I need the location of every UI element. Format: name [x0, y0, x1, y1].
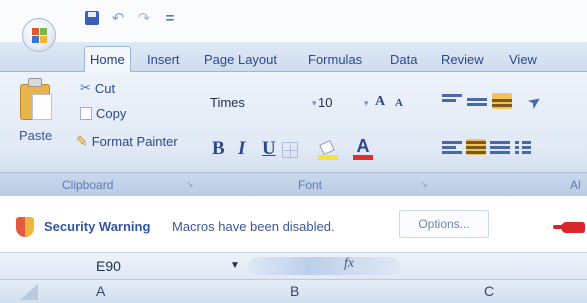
font-color-button[interactable]: A	[352, 136, 374, 160]
font-name-box[interactable]: Times	[206, 92, 302, 114]
align-center-icon[interactable]	[466, 139, 486, 155]
name-box-dropdown-icon[interactable]: ▼	[230, 260, 240, 271]
insert-function-icon[interactable]: fx	[344, 256, 354, 272]
tab-view[interactable]: View	[509, 50, 537, 70]
borders-icon[interactable]	[282, 142, 298, 158]
fill-color-icon[interactable]	[318, 139, 338, 160]
ribbon-tabs: Home Insert Page Layout Formulas Data Re…	[0, 42, 587, 73]
format-painter-button[interactable]: ✎ Format Painter	[76, 133, 178, 150]
font-name-dropdown-icon[interactable]: ▾	[312, 98, 317, 109]
copy-button[interactable]: Copy	[80, 106, 126, 121]
pointing-hand-icon	[553, 220, 585, 234]
options-button[interactable]: Options...	[399, 210, 489, 238]
office-button[interactable]	[22, 18, 56, 52]
copy-icon	[80, 107, 92, 120]
cut-label: Cut	[94, 80, 116, 96]
italic-button[interactable]: I	[238, 138, 245, 160]
column-headers: A B C	[0, 279, 587, 303]
tab-review[interactable]: Review	[441, 50, 484, 70]
security-warning-message: Macros have been disabled.	[172, 219, 335, 234]
brush-icon: ✎	[76, 133, 88, 149]
save-icon[interactable]	[82, 8, 102, 28]
name-box[interactable]: E90	[36, 255, 246, 277]
column-header-b[interactable]: B	[290, 283, 299, 299]
undo-icon[interactable]: ↶	[108, 8, 128, 28]
shield-icon	[16, 217, 34, 237]
clipboard-launcher-icon[interactable]: ↘	[186, 179, 194, 190]
shrink-font-button[interactable]: A	[395, 97, 403, 109]
scissors-icon: ✂	[80, 80, 91, 95]
title-bar: ↶ ↷ =	[0, 0, 587, 42]
tab-page-layout[interactable]: Page Layout	[204, 50, 277, 70]
column-header-a[interactable]: A	[96, 283, 105, 299]
column-header-c[interactable]: C	[484, 283, 494, 299]
formula-bar: E90 ▼	[0, 252, 587, 279]
select-all-corner[interactable]	[0, 280, 70, 303]
redo-icon[interactable]: ↷	[134, 8, 154, 28]
align-bottom-icon[interactable]	[492, 93, 512, 109]
tab-formulas[interactable]: Formulas	[308, 50, 362, 70]
font-group-label: Font	[298, 178, 323, 192]
cut-button[interactable]: ✂ Cut	[80, 80, 115, 96]
align-middle-icon[interactable]	[467, 94, 487, 110]
alignment-group-label: Al	[570, 178, 581, 192]
font-color-label: A	[356, 136, 370, 156]
security-warning-title: Security Warning	[44, 219, 151, 234]
format-painter-label: Format Painter	[91, 134, 178, 149]
paste-label: Paste	[19, 128, 53, 143]
indent-icon[interactable]	[515, 140, 535, 156]
clipboard-group-label: Clipboard	[62, 178, 114, 192]
align-right-icon[interactable]	[490, 140, 510, 156]
customize-qat-icon[interactable]: =	[160, 8, 180, 28]
quick-access-toolbar: ↶ ↷ =	[82, 6, 180, 30]
font-launcher-icon[interactable]: ↘	[420, 179, 428, 190]
formula-bar-divider[interactable]	[248, 257, 400, 275]
font-size-dropdown-icon[interactable]: ▾	[364, 98, 369, 109]
underline-button[interactable]: U	[262, 138, 276, 160]
align-left-icon[interactable]	[442, 140, 462, 156]
tab-home[interactable]: Home	[84, 46, 131, 73]
copy-label: Copy	[96, 106, 127, 121]
align-top-icon[interactable]	[442, 92, 462, 108]
tab-insert[interactable]: Insert	[147, 50, 180, 70]
bold-button[interactable]: B	[212, 138, 225, 160]
ribbon-group-labels: Clipboard ↘ Font ↘ Al	[0, 172, 587, 196]
office-logo-icon	[32, 28, 48, 44]
paste-icon	[20, 78, 54, 122]
tab-data[interactable]: Data	[390, 50, 417, 70]
paste-button[interactable]: Paste	[16, 76, 64, 158]
grow-font-button[interactable]: A	[375, 94, 385, 110]
